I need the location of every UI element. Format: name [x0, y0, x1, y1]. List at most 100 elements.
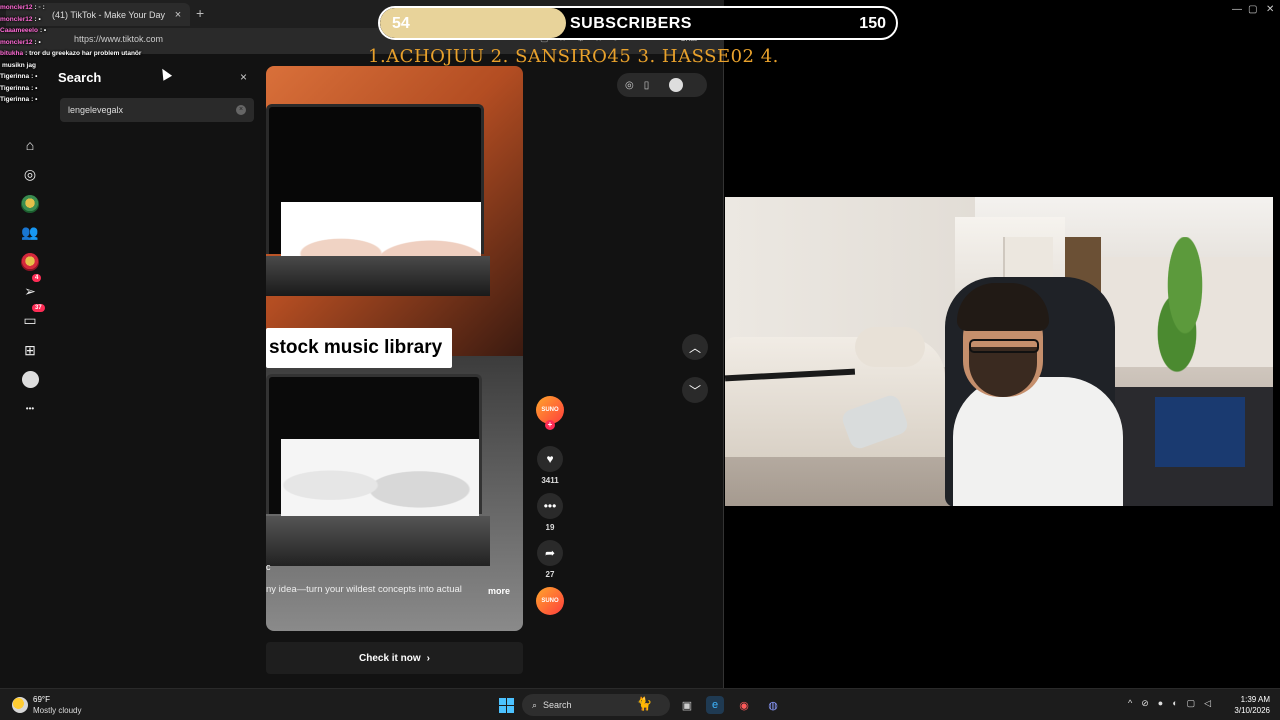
video-caption: stock music library: [266, 328, 453, 368]
chat-text: : tror du greekazo har problem utanör: [25, 50, 142, 57]
search-close-icon[interactable]: ×: [240, 70, 247, 84]
webcam-feed: [725, 197, 1273, 506]
chat-text: : •: [31, 96, 38, 103]
top-supporters-list: 1.ACHOJUU 2. SANSIRO45 3. HASSE02 4.: [368, 46, 779, 67]
inbox-icon: ▭: [23, 312, 37, 329]
sidebar-item-upload[interactable]: ⊞: [19, 339, 41, 361]
chat-username: Tigerinna: [0, 73, 30, 80]
taskbar: 69°F Mostly cloudy ⌕ Search 🐈 ▣ e ◉ ◍ ^ …: [0, 688, 1280, 720]
monitor-icon[interactable]: ▢: [1187, 698, 1196, 709]
speaker-icon[interactable]: ◐: [1172, 698, 1177, 709]
person-glasses: [969, 339, 1039, 353]
previous-video-button[interactable]: ︿: [682, 334, 708, 360]
plus-square-icon: ⊞: [24, 341, 36, 358]
more-link[interactable]: more: [488, 586, 510, 596]
maximize-icon[interactable]: ▢: [1248, 4, 1257, 15]
like-button[interactable]: ♥: [537, 446, 563, 472]
author-avatar-text: SUNO: [541, 407, 559, 413]
inbox-badge: 37: [32, 303, 45, 312]
discord-icon[interactable]: ◍: [764, 696, 782, 714]
music-disc[interactable]: SUNO: [536, 587, 564, 615]
chat-message: Tigerinna: •: [0, 94, 170, 106]
search-icon: ⌕: [532, 699, 538, 710]
tab-close-icon[interactable]: ×: [172, 9, 184, 21]
mic-icon[interactable]: ●: [1158, 698, 1163, 709]
chat-message: Tigerinna: •: [0, 83, 170, 95]
next-video-button[interactable]: ﹀: [682, 377, 708, 403]
chat-message: moncler12: •: [0, 37, 170, 49]
messages-badge: 4: [32, 274, 42, 283]
clear-search-icon[interactable]: ×: [236, 105, 246, 115]
volume-icon[interactable]: ◁: [1204, 698, 1211, 709]
sidebar-item-live[interactable]: [19, 251, 41, 273]
check-it-now-button[interactable]: Check it now ›: [266, 642, 523, 674]
cushion: [855, 327, 925, 367]
obs-icon[interactable]: ◉: [735, 696, 753, 714]
subscriber-count: 54: [392, 15, 410, 32]
weather-desc[interactable]: Mostly cloudy: [33, 706, 81, 715]
sidebar-item-messages[interactable]: ➢ 4: [19, 274, 42, 302]
chevron-right-icon: ›: [426, 652, 431, 664]
chevron-up-tray-icon[interactable]: ^: [1128, 698, 1132, 709]
following-avatar-icon: [21, 194, 39, 213]
like-count: 3411: [541, 476, 559, 485]
sidebar-item-inbox[interactable]: ▭ 37: [19, 303, 45, 332]
comment-icon: •••: [543, 499, 557, 513]
search-input-value[interactable]: lengelevegalx: [68, 105, 236, 115]
sidebar-item-explore[interactable]: ◎: [19, 163, 41, 185]
network-icon[interactable]: ⊘: [1141, 698, 1149, 709]
sidebar-item-following[interactable]: [19, 193, 41, 215]
device-icon[interactable]: ▯: [644, 80, 650, 91]
chat-text: : ◦ :: [34, 4, 45, 11]
close-window-icon[interactable]: ✕: [1266, 4, 1274, 15]
laptop-base-image-bw: [266, 516, 490, 566]
search-highlight-icon[interactable]: 🐈: [636, 696, 652, 712]
follow-plus-icon[interactable]: +: [545, 420, 555, 430]
player-top-controls: ◎ ▯: [617, 73, 707, 97]
weather-temp[interactable]: 69°F: [33, 695, 50, 704]
minimize-icon[interactable]: —: [1232, 4, 1242, 15]
chat-message: Caaameeelo: •: [0, 25, 170, 37]
tiktok-sidebar: Search × lengelevegalx × ⌂ ◎ 👥 ➢ 4 ▭ 37: [0, 56, 267, 686]
comment-button[interactable]: •••: [537, 493, 563, 519]
chat-username: Tigerinna: [0, 84, 30, 92]
video-partial-text: c: [266, 562, 271, 572]
video-player[interactable]: stock music library c ny idea—turn your …: [266, 66, 523, 631]
subscriber-goal: 150: [859, 15, 886, 32]
new-tab-button[interactable]: +: [196, 5, 204, 21]
screen: (41) TikTok - Make Your Day × + https://…: [0, 0, 1280, 720]
clock[interactable]: 1:39 AM 3/10/2026: [1226, 694, 1270, 716]
float-icon[interactable]: ◎: [625, 80, 634, 91]
task-view-icon[interactable]: ▣: [678, 696, 696, 714]
chat-username: bitukha: [0, 50, 24, 57]
chat-message: musikn jag: [0, 60, 170, 72]
stream-chat: moncler12: ◦ : moncler12: • Caaameeelo: • m…: [0, 2, 170, 106]
check-it-now-label: Check it now: [358, 652, 421, 664]
sidebar-item-profile[interactable]: [19, 368, 41, 390]
chat-username: Tigerinna: [0, 96, 30, 103]
video-frame-top: [266, 66, 523, 356]
author-avatar[interactable]: SUNO +: [536, 396, 564, 430]
toggle-knob[interactable]: [669, 78, 684, 92]
share-button[interactable]: ➦: [537, 540, 563, 566]
chat-username: moncler12: [0, 38, 33, 46]
share-icon: ➦: [544, 546, 556, 560]
laptop-base-image: [266, 256, 490, 296]
chat-message: Tigerinna: •: [0, 71, 170, 83]
heart-icon: ♥: [546, 452, 554, 466]
chat-text: : •: [39, 27, 47, 34]
chat-text: : •: [31, 84, 38, 92]
weather-icon[interactable]: [12, 697, 28, 713]
profile-avatar-icon: [21, 370, 39, 388]
sidebar-item-more[interactable]: •••: [19, 398, 41, 420]
chat-username: Caaameeelo: [0, 27, 38, 34]
sidebar-item-home[interactable]: ⌂: [19, 134, 41, 156]
clock-time: 1:39 AM: [1240, 695, 1270, 704]
start-button[interactable]: [499, 698, 514, 713]
chat-text: : •: [31, 73, 38, 80]
edge-icon[interactable]: e: [706, 696, 724, 714]
compass-icon: ◎: [23, 165, 37, 182]
sidebar-item-friends[interactable]: 👥: [19, 222, 41, 244]
chat-username: moncler12: [0, 15, 33, 23]
subscriber-label: SUBSCRIBERS: [570, 15, 692, 32]
